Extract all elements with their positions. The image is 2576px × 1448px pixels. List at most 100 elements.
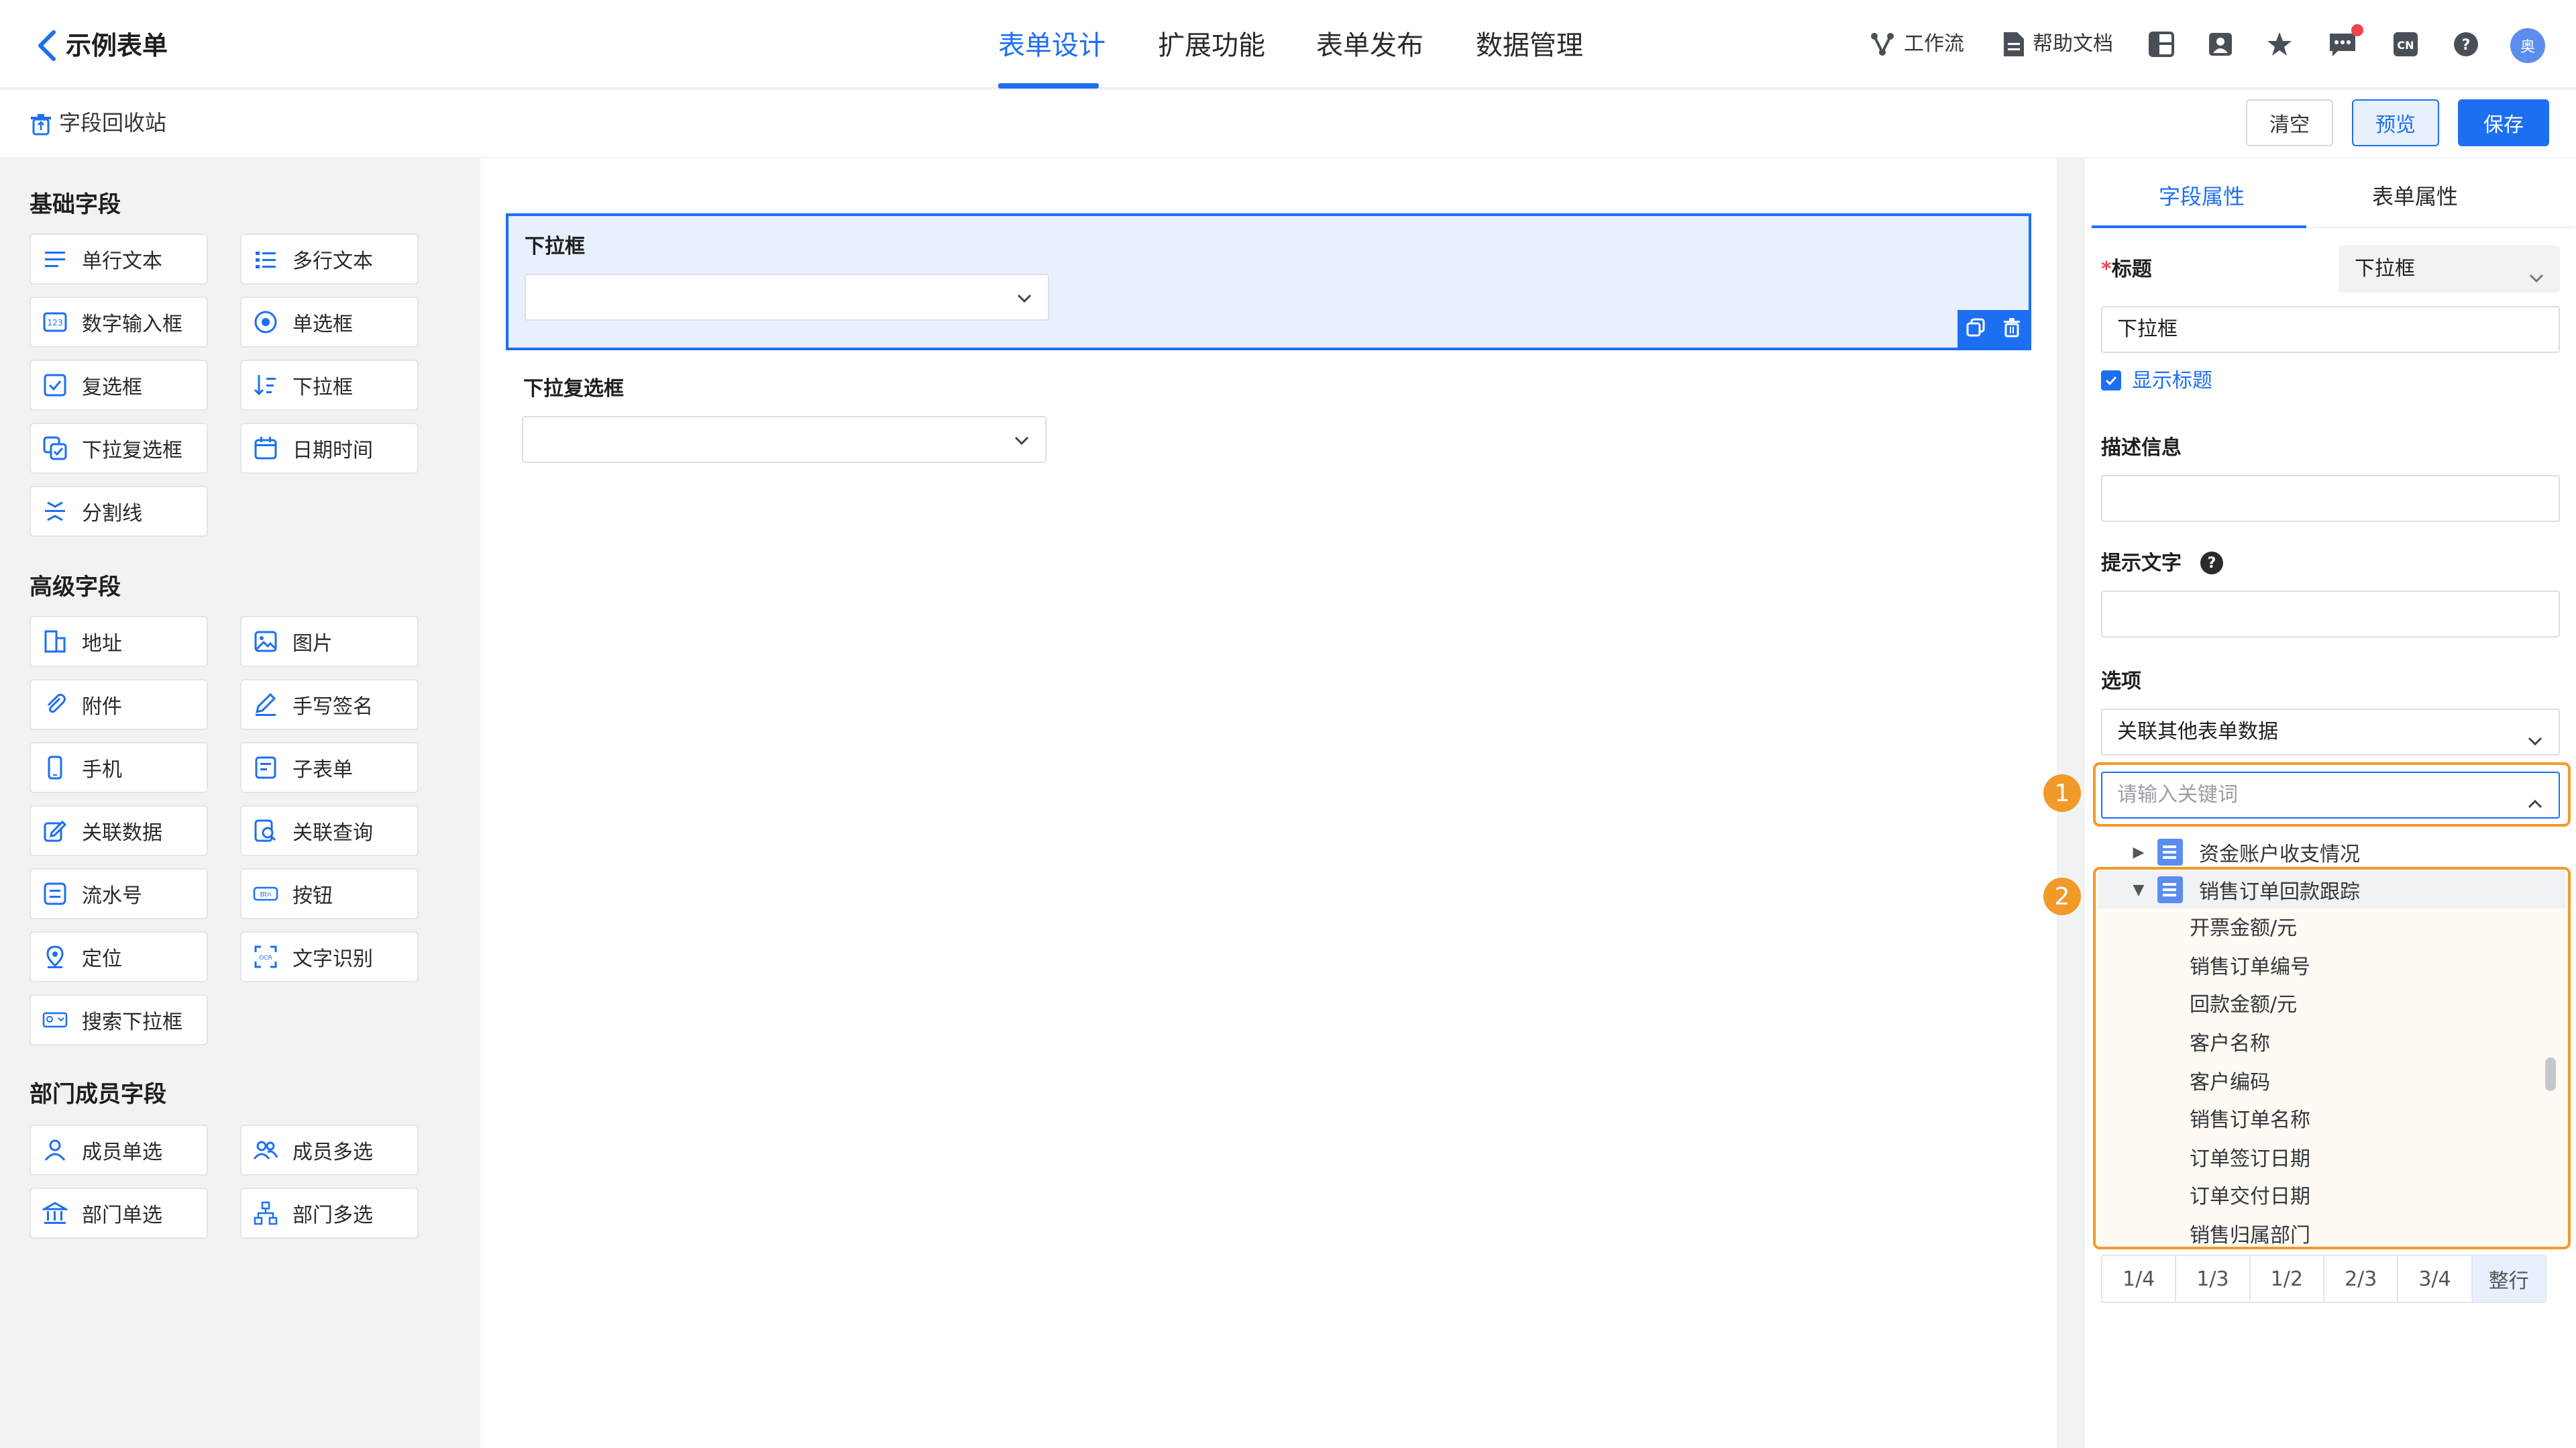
width-option-1-4[interactable]: 1/4 <box>2102 1256 2177 1302</box>
field-linked-query[interactable]: 关联查询 <box>240 805 419 856</box>
chevron-down-icon <box>2526 259 2546 283</box>
title-type-select[interactable]: 下拉框 <box>2339 246 2560 293</box>
field-multi-line-text[interactable]: 多行文本 <box>240 234 419 285</box>
workflow-link[interactable]: 工作流 <box>1904 30 1964 59</box>
form-doc-icon <box>2157 839 2183 866</box>
width-option-full[interactable]: 整行 <box>2472 1256 2545 1302</box>
clear-button[interactable]: 清空 <box>2246 99 2333 146</box>
save-button[interactable]: 保存 <box>2458 99 2549 146</box>
tab-form-design[interactable]: 表单设计 <box>998 25 1106 66</box>
width-option-1-2[interactable]: 1/2 <box>2251 1256 2324 1302</box>
question-icon[interactable]: ? <box>2200 552 2223 574</box>
toolbar <box>0 90 2576 157</box>
show-title-checkbox[interactable] <box>2101 370 2121 391</box>
field-number-input[interactable]: 123 数字输入框 <box>30 297 208 348</box>
title-input[interactable]: 下拉框 <box>2101 306 2560 353</box>
tree-child-item[interactable]: 客户名称 <box>2190 1025 2270 1063</box>
trash-icon[interactable] <box>2002 317 2022 340</box>
hint-input[interactable] <box>2101 590 2560 637</box>
field-checkbox[interactable]: 复选框 <box>30 360 208 411</box>
copy-icon[interactable] <box>1966 317 1986 340</box>
tree-child-item[interactable]: 订单签订日期 <box>2190 1141 2310 1178</box>
field-location[interactable]: 定位 <box>30 931 208 982</box>
section-title-members: 部门成员字段 <box>30 1081 166 1108</box>
language-icon[interactable]: CN <box>2390 28 2422 60</box>
title-label: * 标题 <box>2101 258 2152 281</box>
phone-icon <box>42 754 68 781</box>
svg-text:123: 123 <box>48 318 63 327</box>
field-linked-data[interactable]: 关联数据 <box>30 805 208 856</box>
field-attachment[interactable]: 附件 <box>30 679 208 730</box>
tree-child-item[interactable]: 回款金额/元 <box>2190 986 2297 1024</box>
chevron-up-icon <box>2525 786 2545 809</box>
dropdown-multi-preview-select[interactable] <box>522 416 1046 463</box>
star-icon[interactable] <box>2263 28 2296 60</box>
tree-child-item[interactable]: 客户编码 <box>2190 1064 2270 1102</box>
field-image[interactable]: 图片 <box>240 616 419 667</box>
tree-child-item[interactable]: 开票金额/元 <box>2190 910 2297 947</box>
field-member-multi[interactable]: 成员多选 <box>240 1125 419 1176</box>
tree-node-fund-account[interactable]: ▶ 资金账户收支情况 <box>2098 833 2565 871</box>
pen-icon <box>252 691 279 718</box>
field-ocr[interactable]: OCR 文字识别 <box>240 931 419 982</box>
tree-child-item[interactable]: 销售订单名称 <box>2190 1102 2310 1139</box>
step-badge-2: 2 <box>2043 878 2081 915</box>
tree-child-item[interactable]: 订单交付日期 <box>2190 1178 2310 1216</box>
recycle-bin-icon[interactable] <box>30 113 52 136</box>
field-datetime[interactable]: 日期时间 <box>240 423 419 474</box>
workflow-icon[interactable] <box>1866 28 1898 60</box>
field-signature[interactable]: 手写签名 <box>240 679 419 730</box>
help-docs-link[interactable]: 帮助文档 <box>2033 30 2113 59</box>
field-member-single[interactable]: 成员单选 <box>30 1125 208 1176</box>
tab-field-properties[interactable]: 字段属性 <box>2159 180 2245 213</box>
field-phone[interactable]: 手机 <box>30 742 208 793</box>
tab-form-publish[interactable]: 表单发布 <box>1316 25 1424 66</box>
field-dropdown[interactable]: 下拉框 <box>240 360 419 411</box>
caret-down-icon[interactable]: ▼ <box>2125 882 2152 898</box>
recycle-bin-link[interactable]: 字段回收站 <box>59 107 166 138</box>
width-option-1-3[interactable]: 1/3 <box>2176 1256 2251 1302</box>
document-icon[interactable] <box>1998 28 2030 60</box>
field-subform[interactable]: 子表单 <box>240 742 419 793</box>
tab-extensions[interactable]: 扩展功能 <box>1158 25 1265 66</box>
help-icon[interactable]: ? <box>2450 28 2482 60</box>
tree-node-sales-order[interactable]: ▼ 销售订单回款跟踪 <box>2098 871 2565 909</box>
tree-child-item[interactable]: 销售订单编号 <box>2190 949 2310 986</box>
user-avatar[interactable]: 奥 <box>2510 28 2545 63</box>
field-address[interactable]: 地址 <box>30 616 208 667</box>
building-icon <box>42 628 68 655</box>
field-search-dropdown[interactable]: 搜索下拉框 <box>30 994 208 1045</box>
field-dept-multi[interactable]: 部门多选 <box>240 1188 419 1239</box>
sort-down-icon <box>252 372 279 399</box>
chevron-down-icon <box>1012 431 1032 451</box>
field-dropdown-multi[interactable]: 下拉复选框 <box>30 423 208 474</box>
user-icon <box>42 1137 68 1163</box>
keyword-search-input[interactable]: 请输入关键词 <box>2101 772 2560 819</box>
image-icon <box>252 628 279 655</box>
section-title-basic: 基础字段 <box>30 191 121 218</box>
field-single-line-text[interactable]: 单行文本 <box>30 234 208 285</box>
width-option-2-3[interactable]: 2/3 <box>2324 1256 2399 1302</box>
options-source-select[interactable]: 关联其他表单数据 <box>2101 709 2560 756</box>
dropdown-preview-select[interactable] <box>525 274 1049 321</box>
search-dropdown-icon <box>42 1006 68 1033</box>
tab-form-properties[interactable]: 表单属性 <box>2372 180 2458 213</box>
tree-child-item[interactable]: 销售归属部门 <box>2190 1217 2310 1245</box>
layout-icon[interactable] <box>2145 28 2178 60</box>
field-divider[interactable]: 分割线 <box>30 486 208 537</box>
field-button[interactable]: Btn 按钮 <box>240 868 419 919</box>
preview-button[interactable]: 预览 <box>2352 99 2439 146</box>
field-radio[interactable]: 单选框 <box>240 297 419 348</box>
field-serial-number[interactable]: 流水号 <box>30 868 208 919</box>
paperclip-icon <box>42 691 68 718</box>
divider-icon <box>42 498 68 525</box>
show-title-label[interactable]: 显示标题 <box>2132 366 2212 396</box>
width-option-3-4[interactable]: 3/4 <box>2398 1256 2473 1302</box>
contact-card-icon[interactable] <box>2204 28 2237 60</box>
tree-scrollbar[interactable] <box>2545 1057 2556 1091</box>
field-dept-single[interactable]: 部门单选 <box>30 1188 208 1239</box>
caret-right-icon[interactable]: ▶ <box>2125 844 2152 861</box>
tab-data-management[interactable]: 数据管理 <box>1476 25 1583 66</box>
institution-icon <box>42 1200 68 1227</box>
description-input[interactable] <box>2101 475 2560 522</box>
